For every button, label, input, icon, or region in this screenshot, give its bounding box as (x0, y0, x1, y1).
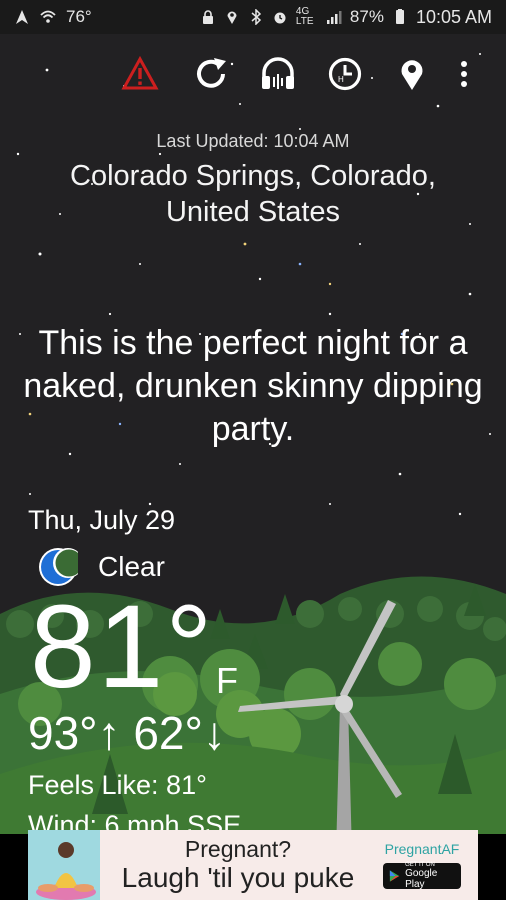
sound-button[interactable] (256, 52, 300, 96)
ad-headline: Pregnant? (184, 836, 292, 862)
forecast-date: Thu, July 29 (28, 505, 176, 535)
history-button[interactable]: H (323, 52, 367, 96)
headphones-icon (262, 57, 294, 89)
refresh-button[interactable] (189, 52, 233, 96)
ad-image (28, 830, 100, 900)
current-temperature: 81° (30, 581, 215, 713)
temperature-unit[interactable]: F (216, 660, 238, 702)
ad-brand: PregnantAF (384, 841, 460, 857)
feels-like: Feels Like: 81° (28, 770, 207, 800)
ad-text: Pregnant? Laugh 'til you puke (100, 836, 376, 894)
battery-percent: 87% (349, 7, 384, 26)
bluetooth-icon (248, 8, 264, 26)
location-name[interactable]: Colorado Springs, Colorado, United State… (40, 158, 466, 230)
ad-banner[interactable]: Pregnant? Laugh 'til you puke PregnantAF… (28, 830, 478, 900)
status-bar: 76° 4G LTE 87% 10:05 AM (0, 0, 506, 34)
lock-icon (200, 9, 216, 25)
store-name: Google Play (405, 868, 438, 890)
more-vertical-icon (461, 61, 467, 87)
google-play-icon (389, 870, 400, 882)
svg-text:H: H (338, 75, 344, 84)
ad-cta: PregnantAF GET IT ON Google Play (376, 841, 468, 890)
refresh-icon (197, 58, 226, 88)
alert-icon (121, 55, 159, 90)
alert-button[interactable] (118, 52, 162, 96)
google-play-badge[interactable]: GET IT ON Google Play (383, 862, 461, 890)
alarm-icon (272, 9, 288, 25)
location-button[interactable] (390, 52, 434, 96)
network-indicator: 4G LTE (295, 6, 314, 27)
wifi-icon (40, 9, 56, 25)
location-pin-icon (224, 9, 240, 25)
clock: 10:05 AM (415, 6, 492, 27)
last-updated: Last Updated: 10:04 AM (156, 131, 350, 151)
signal-icon (326, 9, 342, 25)
battery-icon (392, 9, 408, 25)
map-pin-icon (401, 60, 423, 90)
more-options-button[interactable] (450, 52, 478, 96)
toolbar: H (118, 52, 498, 96)
ad-tagline: Laugh 'til you puke (121, 862, 355, 893)
weather-quip: This is the perfect night for a naked, d… (23, 324, 483, 448)
status-temperature: 76° (66, 7, 92, 26)
navigation-icon (14, 9, 30, 25)
high-low-temperature: 93°↑ 62°↓ (28, 707, 226, 759)
history-clock-icon: H (328, 57, 362, 91)
condition-text: Clear (98, 551, 165, 582)
